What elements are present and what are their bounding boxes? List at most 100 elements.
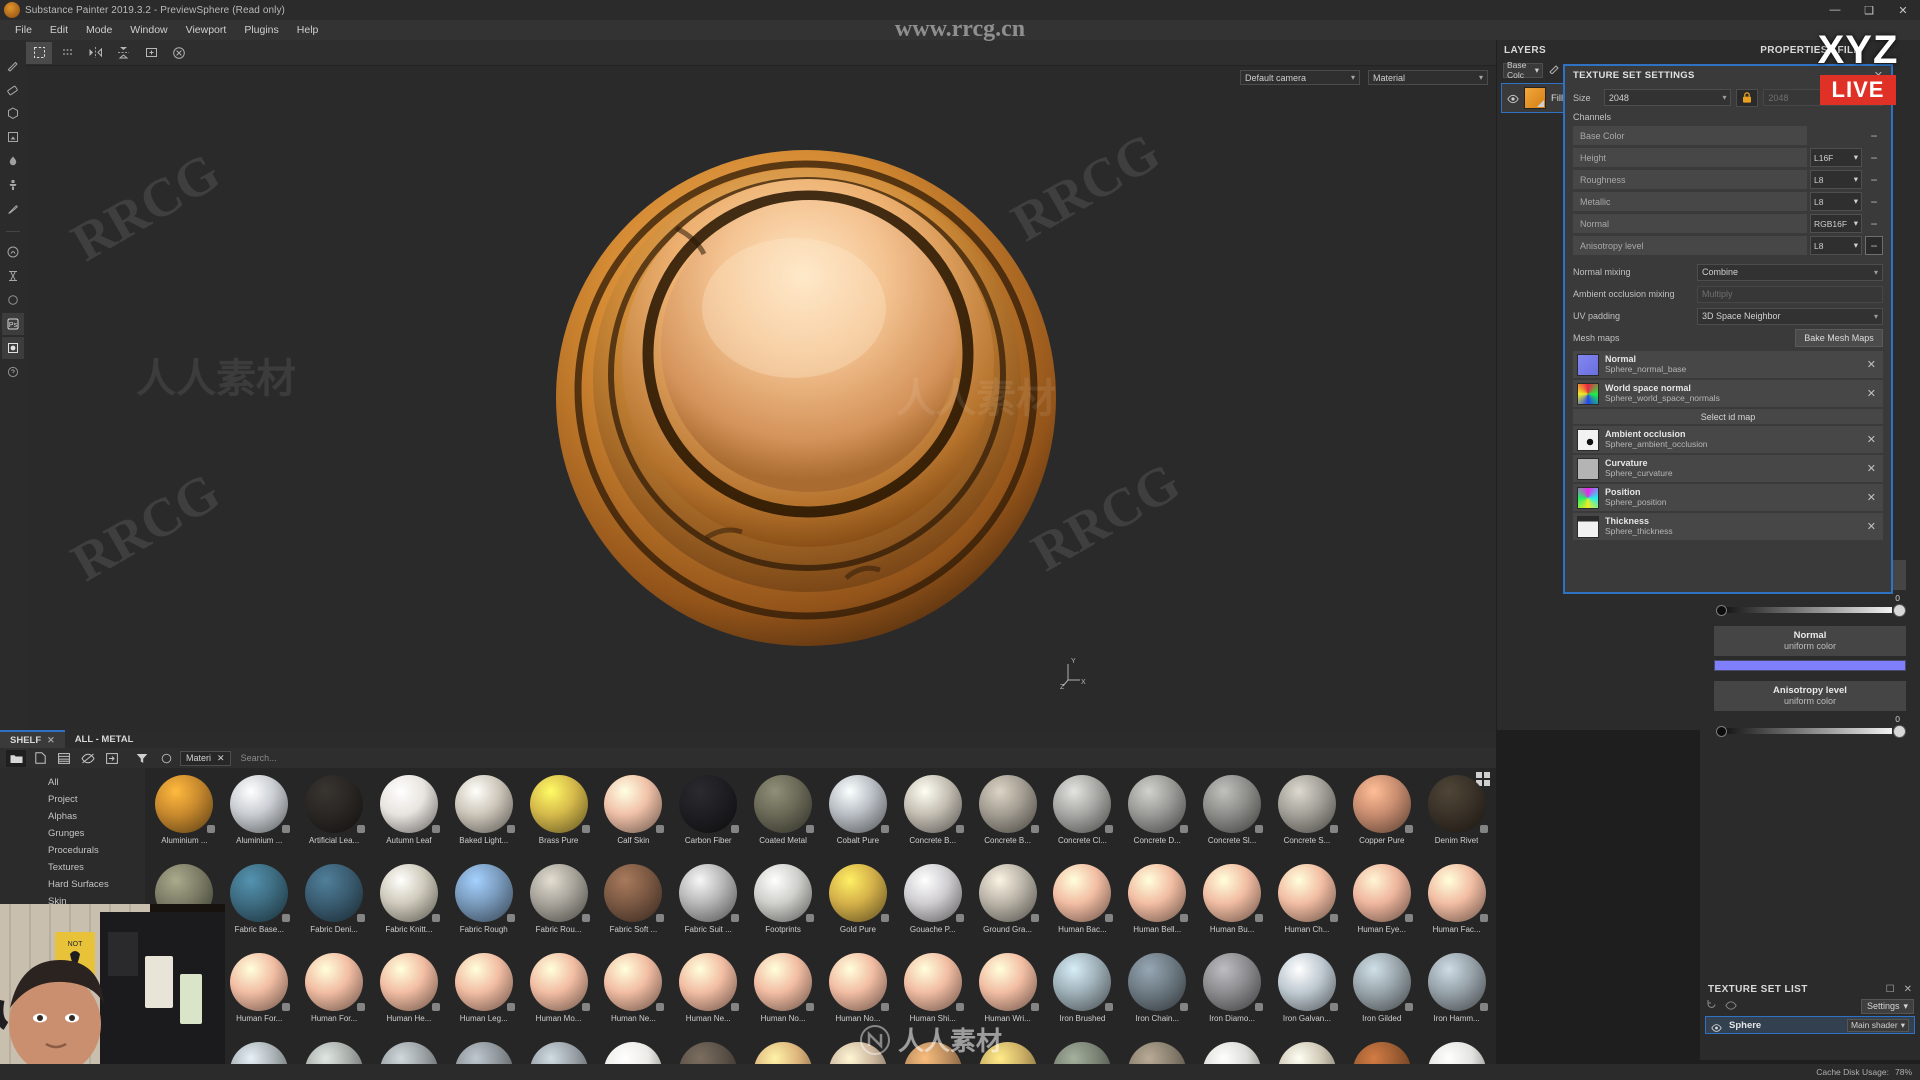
material-cell[interactable]: Fabric Rough <box>446 861 521 950</box>
symmetry-x-icon[interactable] <box>82 42 108 64</box>
maximize-button[interactable]: ❑ <box>1852 0 1886 20</box>
remove-mesh-map-icon[interactable]: ✕ <box>1867 491 1879 504</box>
polygon-fill-icon[interactable] <box>2 126 24 148</box>
metallic-slider[interactable] <box>1714 604 1906 616</box>
material-cell[interactable]: Fabric Soft ... <box>596 861 671 950</box>
tab-all-metal[interactable]: ALL - METAL <box>65 730 144 748</box>
smudge-icon[interactable] <box>2 150 24 172</box>
channel-format[interactable]: L16F ▾ <box>1810 148 1862 167</box>
channel-name[interactable]: Metallic <box>1573 192 1807 211</box>
mesh-map-row[interactable]: Thickness Sphere_thickness ✕ <box>1573 513 1883 540</box>
material-cell[interactable]: Coated Metal <box>746 772 821 861</box>
list-view-icon[interactable] <box>54 750 74 767</box>
material-cell[interactable]: Iron Galvan... <box>1270 950 1345 1039</box>
material-grid[interactable]: Aluminium ...Aluminium ...Artificial Lea… <box>145 768 1496 1064</box>
eye-icon[interactable] <box>1507 92 1519 104</box>
mesh-map-row[interactable]: Normal Sphere_normal_base ✕ <box>1573 351 1883 378</box>
layer-channel-select[interactable]: Base Colc ▾ <box>1503 63 1543 78</box>
menu-edit[interactable]: Edit <box>41 21 77 39</box>
search-input[interactable]: Search... <box>235 751 1490 766</box>
symmetry-settings-icon[interactable] <box>138 42 164 64</box>
menu-viewport[interactable]: Viewport <box>177 21 236 39</box>
remove-channel-button[interactable]: − <box>1865 170 1883 189</box>
material-cell[interactable]: Iron Chain... <box>1120 950 1195 1039</box>
material-cell[interactable]: Autumn Leaf <box>372 772 447 861</box>
material-cell[interactable]: Concrete D... <box>1120 772 1195 861</box>
menu-help[interactable]: Help <box>288 21 328 39</box>
menu-mode[interactable]: Mode <box>77 21 121 39</box>
material-cell[interactable]: Iron Diamo... <box>1195 950 1270 1039</box>
material-cell[interactable]: Iron Rough <box>446 1039 521 1064</box>
hide-icon[interactable] <box>78 750 98 767</box>
photoshop-export-icon[interactable]: Ps <box>2 313 24 335</box>
eraser-icon[interactable] <box>2 78 24 100</box>
material-cell[interactable]: Human Bu... <box>1195 861 1270 950</box>
material-cell[interactable]: Human Bell... <box>1120 861 1195 950</box>
material-cell[interactable]: Human Mo... <box>521 950 596 1039</box>
material-cell[interactable]: Concrete Sl... <box>1195 772 1270 861</box>
material-cell[interactable]: Fabric Suit ... <box>671 861 746 950</box>
new-asset-icon[interactable] <box>30 750 50 767</box>
close-button[interactable]: ✕ <box>1886 0 1920 20</box>
material-cell[interactable]: Leather bag <box>671 1039 746 1064</box>
material-cell[interactable]: Nickel Pure <box>1270 1039 1345 1064</box>
ao-mixing-select[interactable]: Multiply <box>1697 286 1883 303</box>
channel-format[interactable]: L8 ▾ <box>1810 192 1862 211</box>
symmetry-y-icon[interactable] <box>110 42 136 64</box>
remove-channel-button[interactable]: − <box>1865 192 1883 211</box>
channel-format[interactable]: L8 ▾ <box>1810 236 1862 255</box>
undock-icon[interactable]: ☐ <box>1886 984 1895 995</box>
close-icon[interactable]: ✕ <box>1904 984 1912 995</box>
channel-format[interactable]: RGB16F ▾ <box>1810 214 1862 233</box>
channel-name[interactable]: Anisotropy level <box>1573 236 1807 255</box>
material-cell[interactable]: Human For... <box>222 950 297 1039</box>
material-cell[interactable]: Concrete B... <box>895 772 970 861</box>
filter-icon[interactable] <box>132 750 152 767</box>
remove-mesh-map-icon[interactable]: ✕ <box>1867 520 1879 533</box>
material-cell[interactable]: Human For... <box>297 950 372 1039</box>
material-cell[interactable]: Human Ch... <box>1270 861 1345 950</box>
slider-knob-left[interactable] <box>1716 726 1727 737</box>
material-cell[interactable]: Iron Raw <box>297 1039 372 1064</box>
refresh-icon[interactable] <box>1706 997 1717 1015</box>
tab-shelf[interactable]: SHELF ✕ <box>0 730 65 748</box>
shelf-category-alphas[interactable]: Alphas <box>0 808 145 825</box>
material-cell[interactable]: Ground Gra... <box>970 861 1045 950</box>
shelf-category-project[interactable]: Project <box>0 791 145 808</box>
3d-viewport[interactable]: Default camera ▾ Material ▾ Y X Z RRCG R… <box>26 66 1496 730</box>
close-icon[interactable]: ✕ <box>217 753 225 764</box>
mesh-map-row[interactable]: Position Sphere_position ✕ <box>1573 484 1883 511</box>
select-id-map-button[interactable]: Select id map <box>1573 409 1883 424</box>
material-cell[interactable]: Iron Shiny <box>521 1039 596 1064</box>
shelf-category-hard-surfaces[interactable]: Hard Surfaces <box>0 876 145 893</box>
channel-format[interactable]: L8 ▾ <box>1810 170 1862 189</box>
channel-name[interactable]: Base Color <box>1573 126 1807 145</box>
projection-icon[interactable] <box>2 102 24 124</box>
material-cell[interactable]: Human No... <box>746 950 821 1039</box>
texture-set-row[interactable]: Sphere Main shader ▾ <box>1705 1016 1915 1034</box>
material-cell[interactable]: Calf Skin <box>596 772 671 861</box>
material-cell[interactable]: Aluminium ... <box>222 772 297 861</box>
material-cell[interactable]: Concrete B... <box>970 772 1045 861</box>
anisotropy-slider[interactable] <box>1714 725 1906 737</box>
material-cell[interactable]: Artificial Lea... <box>297 772 372 861</box>
material-cell[interactable]: Concrete S... <box>1270 772 1345 861</box>
mesh-map-row[interactable]: Curvature Sphere_curvature ✕ <box>1573 455 1883 482</box>
material-cell[interactable]: Baked Light... <box>446 772 521 861</box>
shelf-category-textures[interactable]: Textures <box>0 859 145 876</box>
material-cell[interactable]: Human Fac... <box>1419 861 1494 950</box>
material-cell[interactable]: Human Bac... <box>1045 861 1120 950</box>
normal-mixing-select[interactable]: Combine ▾ <box>1697 264 1883 281</box>
settings-select[interactable]: Settings ▾ <box>1861 999 1914 1014</box>
paint-brush-icon[interactable] <box>2 54 24 76</box>
material-cell[interactable]: Ivy Branch <box>596 1039 671 1064</box>
normal-color-swatch[interactable] <box>1714 660 1906 671</box>
slider-knob-right[interactable] <box>1893 725 1906 738</box>
material-channel-select[interactable]: Material ▾ <box>1368 70 1488 85</box>
menu-window[interactable]: Window <box>121 21 176 39</box>
close-icon[interactable]: ✕ <box>47 735 55 746</box>
remove-channel-button[interactable]: − <box>1865 126 1883 145</box>
material-cell[interactable]: Fabric Deni... <box>297 861 372 950</box>
material-cell[interactable]: Concrete Cl... <box>1045 772 1120 861</box>
channel-name[interactable]: Normal <box>1573 214 1807 233</box>
